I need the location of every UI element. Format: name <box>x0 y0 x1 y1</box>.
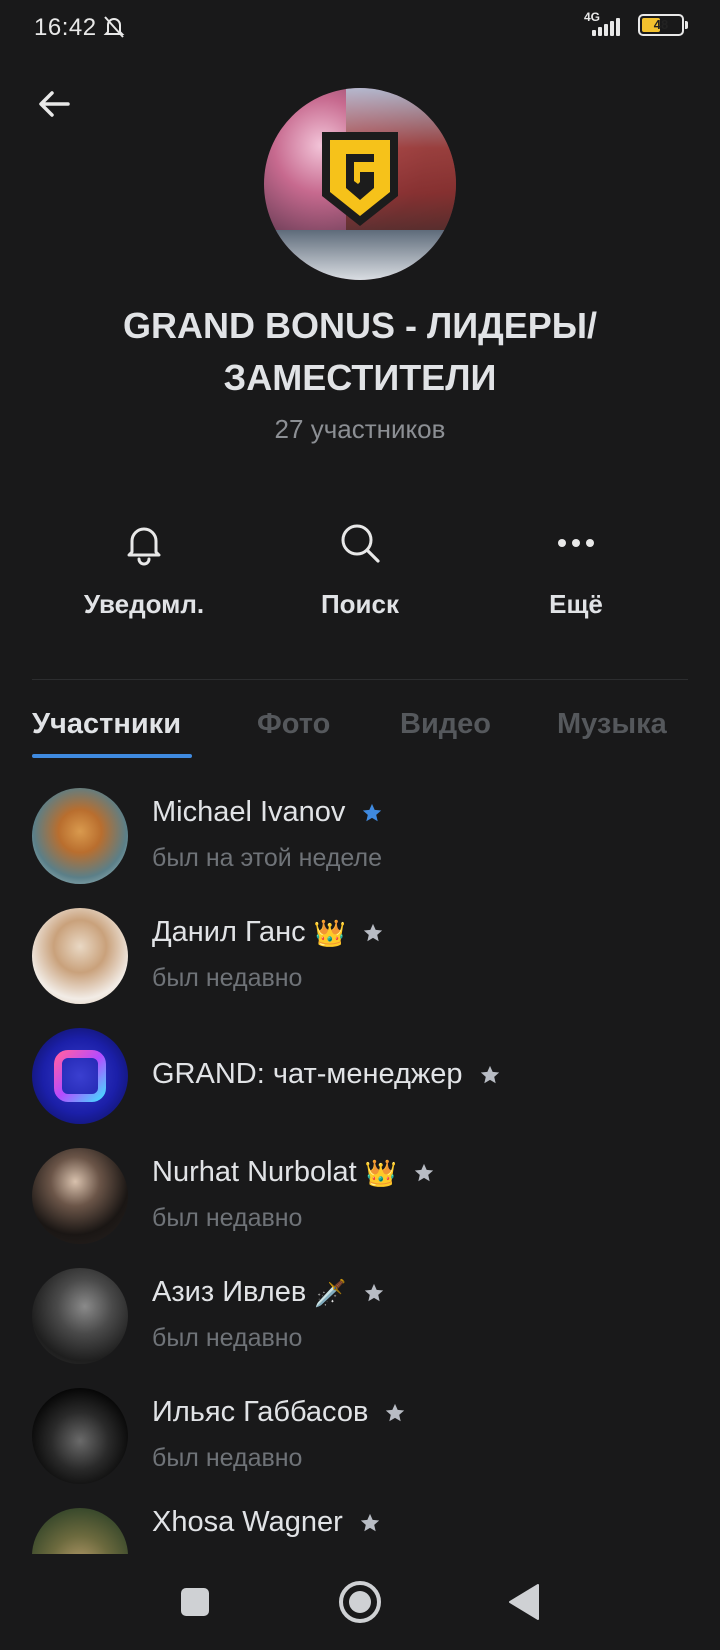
avatar[interactable] <box>32 1388 128 1484</box>
search-button[interactable]: Поиск <box>260 515 460 620</box>
notifications-label: Уведомл. <box>83 589 205 619</box>
bell-icon <box>127 527 161 566</box>
member-status: был недавно <box>152 1204 303 1232</box>
divider <box>32 679 688 680</box>
star-icon <box>364 1283 383 1301</box>
back-nav-button[interactable] <box>476 1554 572 1650</box>
tab-photos[interactable]: Фото <box>257 708 330 741</box>
avatar[interactable] <box>32 1268 128 1364</box>
notifications-button[interactable]: Уведомл. <box>44 515 244 620</box>
avatar[interactable] <box>32 1508 128 1554</box>
grand-logo-icon <box>322 132 398 226</box>
star-icon <box>414 1163 434 1181</box>
battery-level: 48 <box>653 17 669 32</box>
member-name: Данил Ганс <box>152 916 306 948</box>
member-name: Michael Ivanov <box>152 796 346 828</box>
active-tab-indicator <box>32 754 192 758</box>
member-name: Азиз Ивлев <box>152 1276 307 1308</box>
member-status: был недавно <box>152 964 303 992</box>
avatar[interactable] <box>32 908 128 1004</box>
members-list: Michael Ivanov был на этой неделе Данил … <box>0 784 720 1554</box>
avatar[interactable] <box>32 1028 128 1124</box>
member-status: был недавно <box>152 1444 303 1472</box>
arrow-left-icon <box>39 91 70 117</box>
more-button[interactable]: Ещё <box>476 515 676 620</box>
crown-icon: 👑 <box>364 1157 398 1188</box>
list-item[interactable]: Michael Ivanov был на этой неделе <box>0 784 720 904</box>
signal-icon: 4G <box>584 10 628 38</box>
home-button[interactable] <box>312 1554 408 1650</box>
list-item[interactable]: Ильяс Габбасов был недавно <box>0 1384 720 1504</box>
member-count[interactable]: 27 участников <box>60 414 660 445</box>
status-time: 16:42 <box>34 14 97 41</box>
triangle-back-icon <box>509 1584 539 1620</box>
square-icon <box>181 1588 209 1616</box>
battery-icon: 48 <box>638 14 688 36</box>
group-avatar[interactable] <box>264 88 456 280</box>
list-item[interactable]: Данил Ганс 👑 был недавно <box>0 904 720 1024</box>
more-icon <box>558 539 594 547</box>
member-name: Xhosa Wagner <box>152 1506 343 1538</box>
tab-members[interactable]: Участники <box>32 708 181 741</box>
star-icon <box>386 1403 405 1421</box>
status-indicators: 4G 48 <box>584 10 688 38</box>
tab-music[interactable]: Музыка <box>557 708 667 741</box>
member-status: был на этой неделе <box>152 844 382 872</box>
list-item[interactable]: Азиз Ивлев 🗡️ был недавно <box>0 1264 720 1384</box>
list-item[interactable]: Nurhat Nurbolat 👑 был недавно <box>0 1144 720 1264</box>
group-title: GRAND BONUS - ЛИДЕРЫ/ ЗАМЕСТИТЕЛИ <box>122 305 598 398</box>
more-label: Ещё <box>549 589 603 619</box>
status-bar: 16:42 4G 48 <box>0 0 720 56</box>
system-nav-bar <box>0 1554 720 1650</box>
star-icon <box>363 803 382 821</box>
search-icon <box>341 524 380 563</box>
action-bar: Уведомл. Поиск Ещё <box>0 515 720 625</box>
member-name: Nurhat Nurbolat <box>152 1156 357 1188</box>
star-icon <box>360 1513 379 1531</box>
list-item[interactable]: Xhosa Wagner <box>0 1504 720 1554</box>
list-item[interactable]: GRAND: чат-менеджер <box>0 1024 720 1144</box>
search-label: Поиск <box>320 589 400 619</box>
member-name: GRAND: чат-менеджер <box>152 1058 463 1090</box>
avatar[interactable] <box>32 1148 128 1244</box>
sword-icon: 🗡️ <box>314 1277 347 1308</box>
crown-icon: 👑 <box>313 917 347 948</box>
bell-off-icon <box>103 16 125 38</box>
circle-icon <box>339 1581 381 1623</box>
back-button[interactable] <box>30 80 78 128</box>
member-name: Ильяс Габбасов <box>152 1396 369 1428</box>
chat-manager-logo-icon <box>54 1050 106 1102</box>
star-icon <box>480 1065 499 1083</box>
member-status: был недавно <box>152 1324 303 1352</box>
tab-videos[interactable]: Видео <box>400 708 491 741</box>
star-icon <box>363 923 383 941</box>
recents-button[interactable] <box>147 1554 243 1650</box>
avatar[interactable] <box>32 788 128 884</box>
